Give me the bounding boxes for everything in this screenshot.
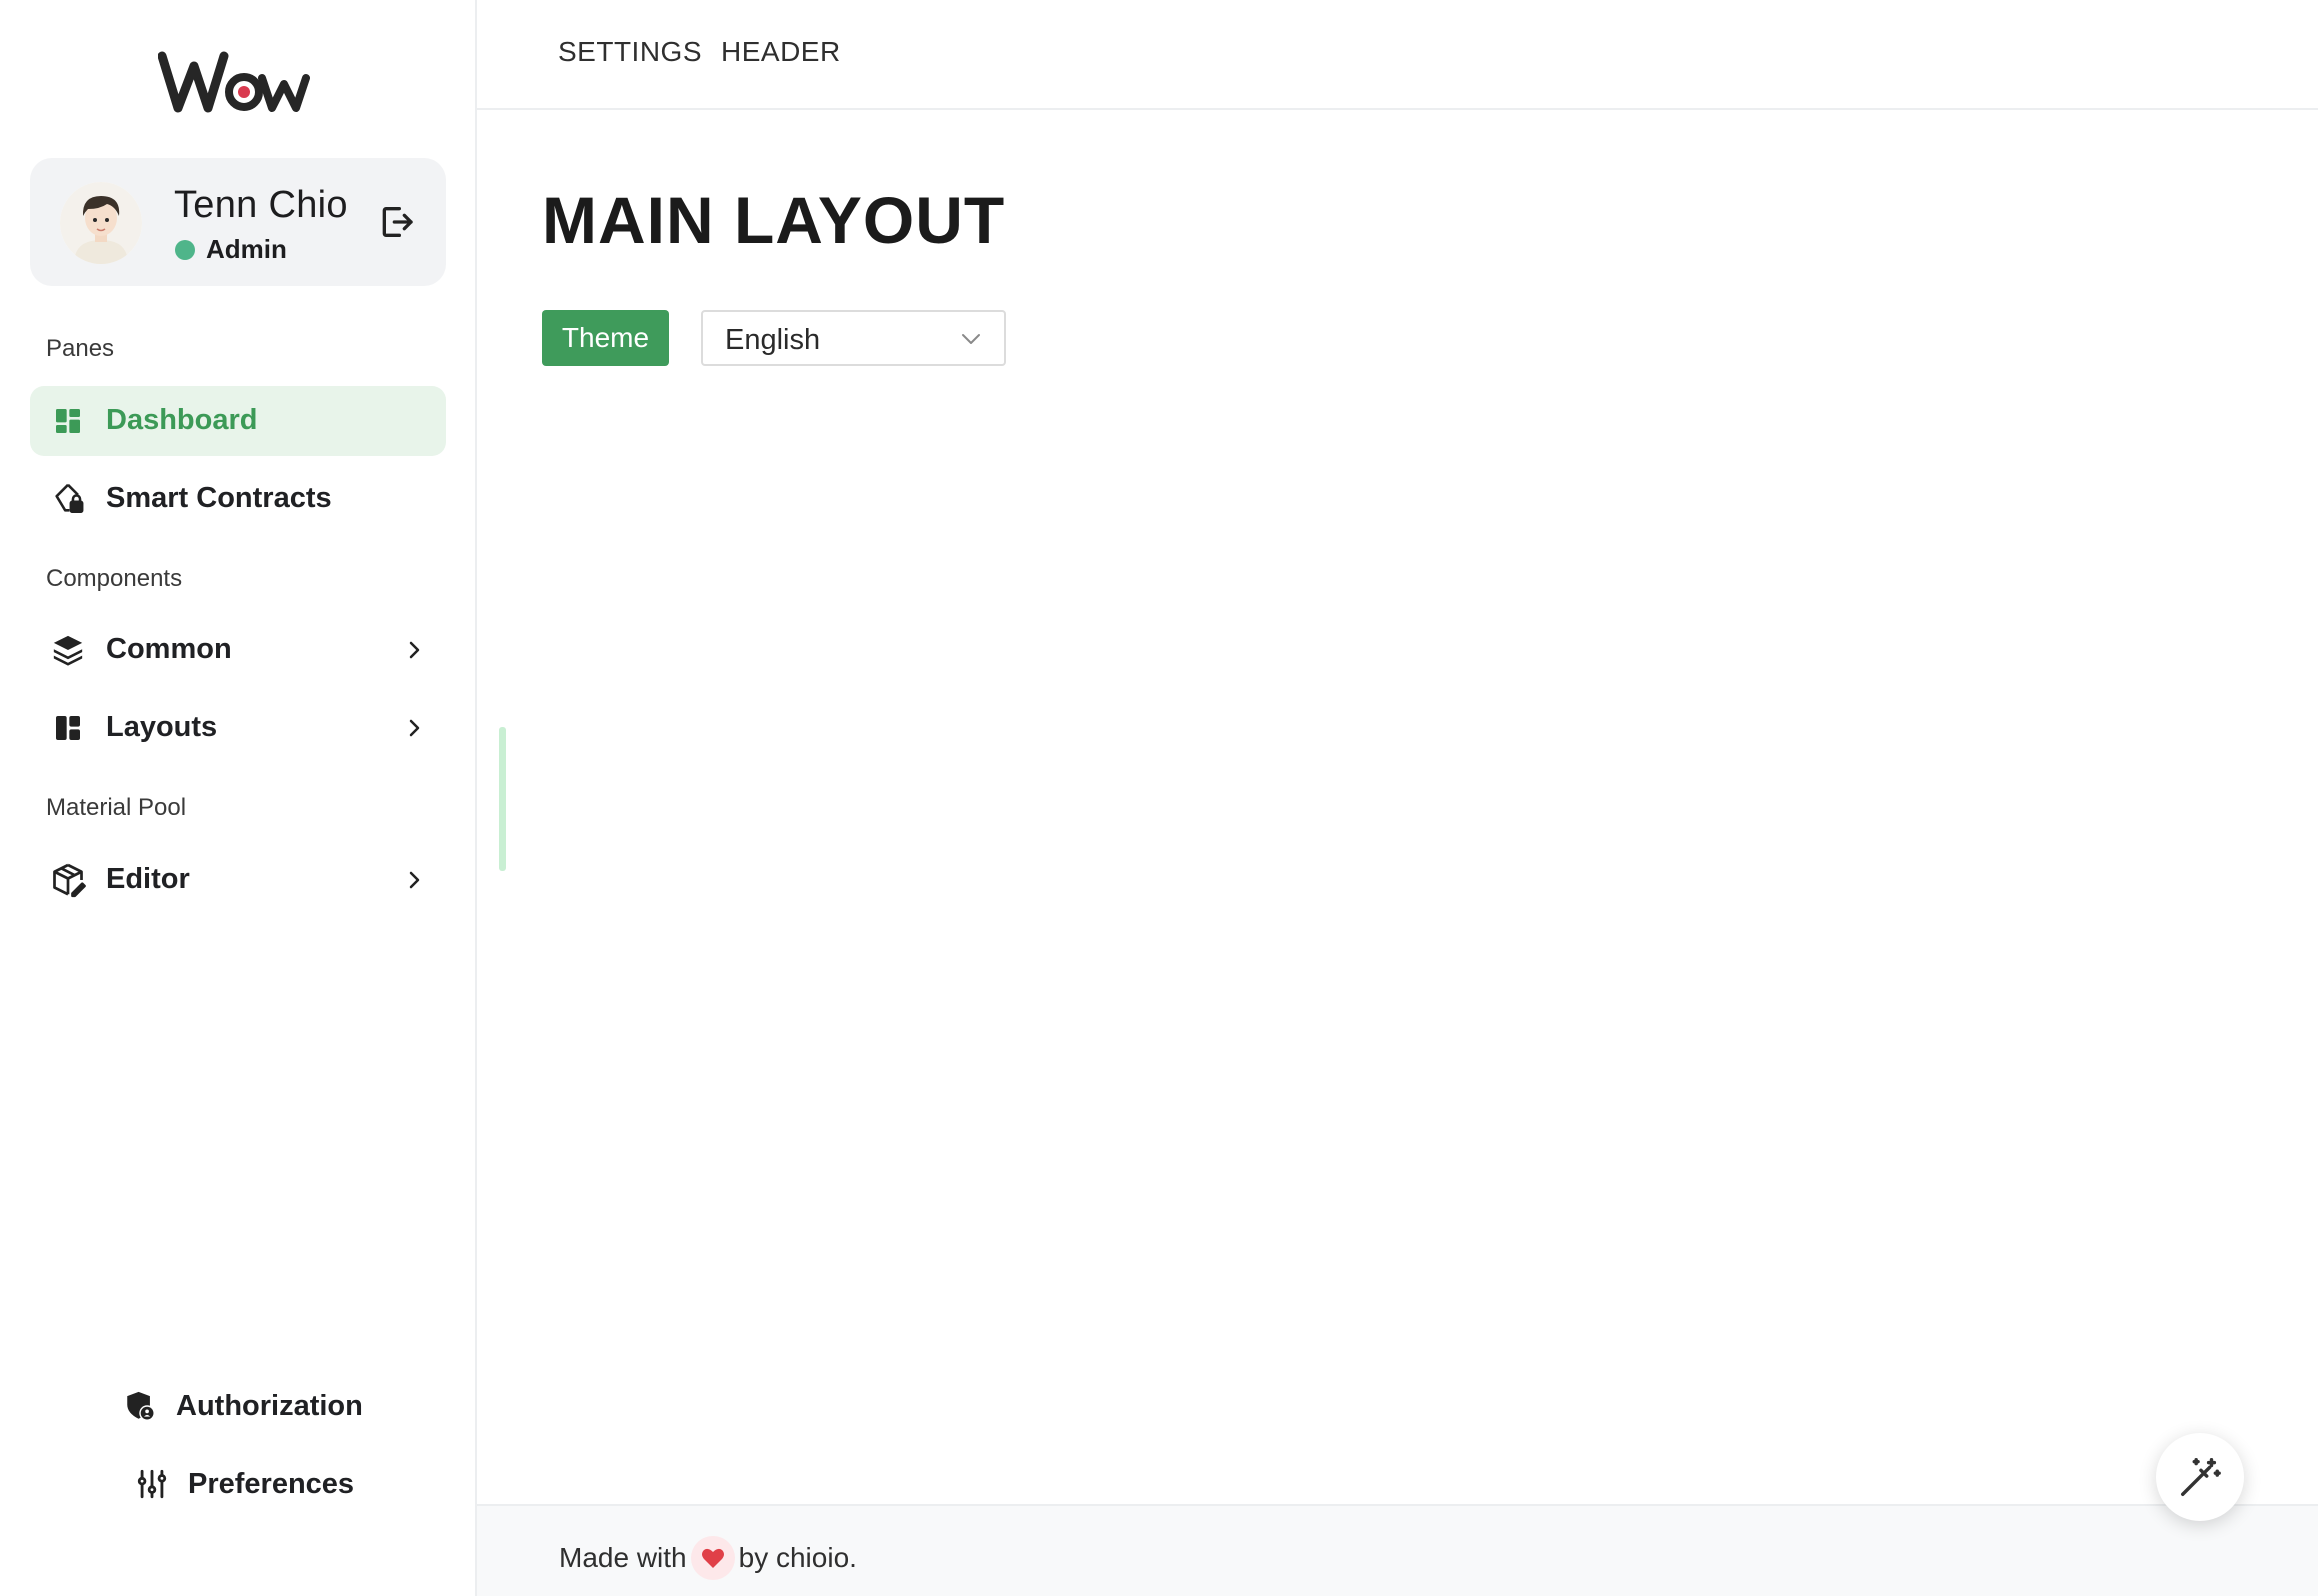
section-label-components: Components <box>46 565 183 592</box>
sidebar: Tenn Chio Admin Panes Dashboard Smart Co… <box>0 0 477 1596</box>
sidebar-item-label: Common <box>106 633 232 665</box>
user-card: Tenn Chio Admin <box>30 158 446 286</box>
footer-suffix: by chioio. <box>738 1542 857 1573</box>
shield-user-icon <box>122 1388 158 1424</box>
chevron-right-icon <box>409 719 420 737</box>
sidebar-item-label: Layouts <box>106 711 218 743</box>
logout-button[interactable] <box>374 200 418 244</box>
sidebar-item-common[interactable]: Common <box>30 615 446 685</box>
sidebar-item-editor[interactable]: Editor <box>30 845 446 915</box>
avatar[interactable] <box>60 182 142 264</box>
app-root: Tenn Chio Admin Panes Dashboard Smart Co… <box>0 0 2318 1596</box>
page-title: MAIN LAYOUT <box>542 183 1006 257</box>
language-select[interactable]: English <box>701 310 1006 366</box>
user-name: Tenn Chio <box>174 184 348 226</box>
language-select-value: English <box>725 324 821 356</box>
sliders-icon <box>134 1466 170 1502</box>
section-label-panes: Panes <box>46 335 115 362</box>
sidebar-item-label: Editor <box>106 863 190 895</box>
topbar-link-settings[interactable]: SETTINGS <box>558 36 702 68</box>
box-edit-icon <box>50 862 86 898</box>
wow-logo[interactable] <box>158 48 310 118</box>
topbar-link-header[interactable]: HEADER <box>721 36 841 68</box>
chevron-right-icon <box>409 871 420 889</box>
lock-document-icon <box>50 481 86 517</box>
magic-wand-icon <box>2181 1458 2221 1496</box>
authorization-label: Authorization <box>176 1389 363 1422</box>
chevron-down-icon <box>962 334 980 344</box>
layout-icon <box>50 710 86 746</box>
sidebar-item-label: Smart Contracts <box>106 482 332 514</box>
sidebar-item-layouts[interactable]: Layouts <box>30 693 446 763</box>
layers-icon <box>50 632 86 668</box>
footer: Made with by chioio. <box>477 1504 2318 1596</box>
online-status-dot <box>175 240 195 260</box>
sidebar-item-label: Dashboard <box>106 404 258 436</box>
footer-text: Made with by chioio. <box>559 1536 857 1580</box>
sidebar-item-dashboard[interactable]: Dashboard <box>30 386 446 456</box>
top-bar: SETTINGS HEADER <box>477 0 2318 110</box>
magic-wand-button[interactable] <box>2156 1433 2244 1521</box>
sidebar-resize-handle[interactable] <box>499 727 506 871</box>
preferences-label: Preferences <box>188 1467 355 1500</box>
footer-prefix: Made with <box>559 1542 687 1573</box>
section-label-material-pool: Material Pool <box>46 794 187 821</box>
heart-icon <box>690 1536 735 1580</box>
preferences-button[interactable]: Preferences <box>134 1454 354 1514</box>
chevron-right-icon <box>409 641 420 659</box>
logout-icon <box>382 207 413 237</box>
dashboard-icon <box>50 403 86 439</box>
sidebar-item-smart-contracts[interactable]: Smart Contracts <box>30 464 446 534</box>
authorization-button[interactable]: Authorization <box>122 1376 363 1436</box>
theme-button[interactable]: Theme <box>542 310 669 366</box>
user-role: Admin <box>206 234 287 264</box>
